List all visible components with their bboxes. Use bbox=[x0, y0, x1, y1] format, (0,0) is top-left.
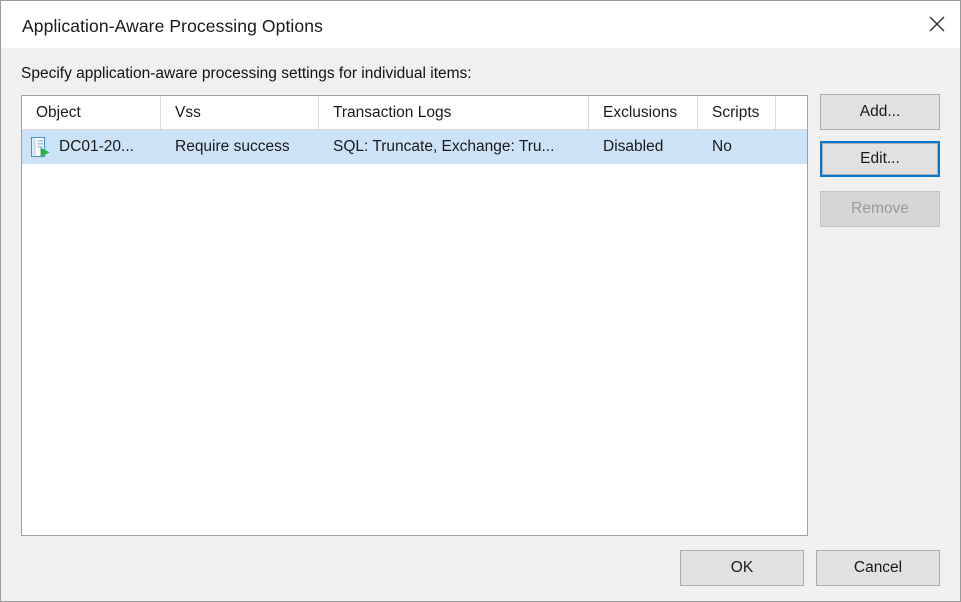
ok-button[interactable]: OK bbox=[680, 550, 804, 586]
column-header-object[interactable]: Object bbox=[22, 96, 161, 129]
title-bar: Application-Aware Processing Options bbox=[1, 1, 960, 49]
cancel-button[interactable]: Cancel bbox=[816, 550, 940, 586]
remove-button: Remove bbox=[820, 191, 940, 227]
application-aware-processing-options-dialog: Application-Aware Processing Options Spe… bbox=[0, 0, 961, 602]
dialog-title: Application-Aware Processing Options bbox=[22, 16, 323, 37]
column-header-exclusions[interactable]: Exclusions bbox=[589, 96, 698, 129]
objects-list[interactable]: Object Vss Transaction Logs Exclusions S… bbox=[21, 95, 808, 536]
virtual-machine-icon bbox=[31, 137, 50, 158]
close-button[interactable] bbox=[914, 1, 960, 47]
close-icon bbox=[928, 15, 946, 33]
cell-transaction-logs: SQL: Truncate, Exchange: Tru... bbox=[319, 130, 589, 164]
list-header-row: Object Vss Transaction Logs Exclusions S… bbox=[22, 96, 807, 130]
table-row[interactable]: DC01-20... Require success SQL: Truncate… bbox=[22, 130, 807, 164]
column-header-vss[interactable]: Vss bbox=[161, 96, 319, 129]
cell-vss: Require success bbox=[161, 130, 319, 164]
cell-scripts: No bbox=[698, 130, 776, 164]
column-header-scripts[interactable]: Scripts bbox=[698, 96, 776, 129]
object-name: DC01-20... bbox=[59, 138, 134, 156]
column-header-transaction-logs[interactable]: Transaction Logs bbox=[319, 96, 589, 129]
cell-filler bbox=[776, 130, 807, 164]
column-header-filler bbox=[776, 96, 807, 129]
add-button[interactable]: Add... bbox=[820, 94, 940, 130]
edit-button[interactable]: Edit... bbox=[822, 143, 938, 175]
list-body: DC01-20... Require success SQL: Truncate… bbox=[22, 130, 807, 535]
cell-exclusions: Disabled bbox=[589, 130, 698, 164]
cell-object: DC01-20... bbox=[22, 130, 161, 164]
instruction-label: Specify application-aware processing set… bbox=[21, 65, 472, 83]
